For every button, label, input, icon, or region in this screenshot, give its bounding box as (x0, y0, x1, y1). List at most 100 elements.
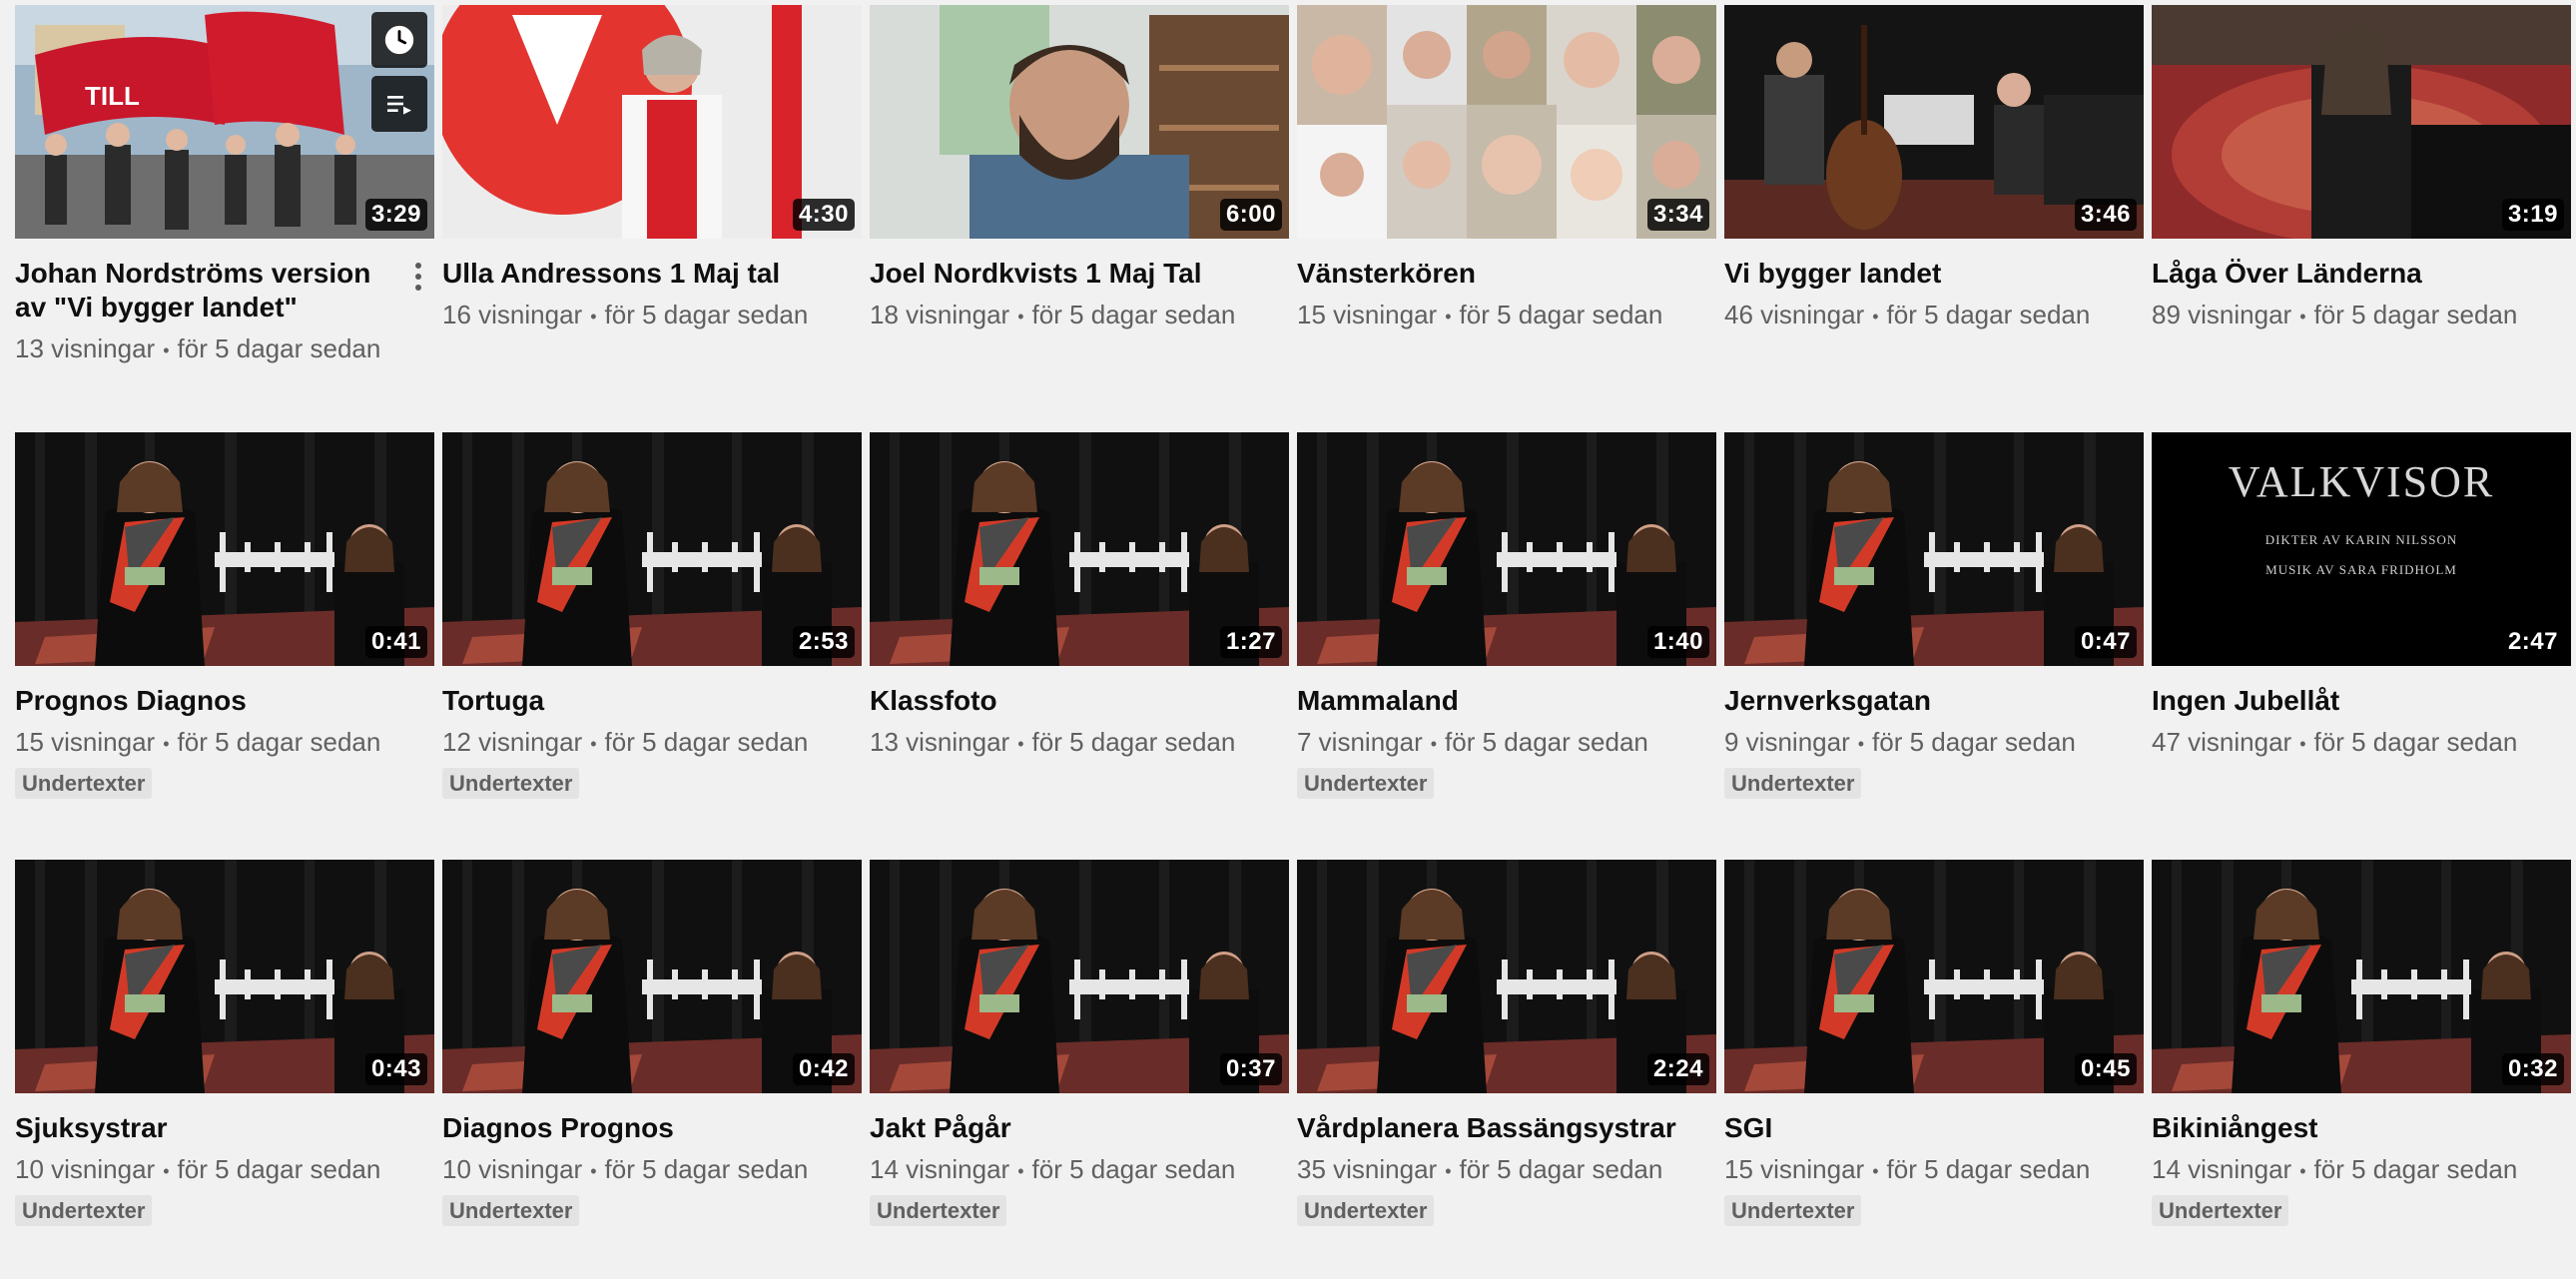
view-count: 12 visningar (442, 727, 583, 757)
subtitles-badge: Undertexter (1724, 768, 1862, 800)
view-count: 15 visningar (1297, 300, 1438, 329)
video-title[interactable]: Låga Över Länderna (2152, 257, 2531, 291)
video-thumbnail[interactable]: 3:19 (2152, 5, 2571, 239)
video-title[interactable]: Vänsterkören (1297, 257, 1676, 291)
upload-age: för 5 dagar sedan (1031, 300, 1236, 329)
upload-age: för 5 dagar sedan (177, 333, 381, 363)
video-title[interactable]: Prognos Diagnos (15, 684, 394, 718)
video-title[interactable]: Tortuga (442, 684, 822, 718)
video-metadata: 35 visningar • för 5 dagar sedan (1297, 1153, 1716, 1187)
video-metadata: 9 visningar • för 5 dagar sedan (1724, 726, 2144, 760)
more-vert-icon[interactable] (406, 257, 430, 297)
duration-badge: 0:45 (2074, 1053, 2137, 1085)
video-thumbnail[interactable]: 0:37 (870, 860, 1289, 1093)
video-thumbnail[interactable]: 2:24 (1297, 860, 1716, 1093)
queue-list-icon[interactable] (371, 76, 427, 132)
video-card[interactable]: 1:40 Mammaland 7 visningar • för 5 dagar sed… (1297, 432, 1716, 852)
video-card[interactable]: 0:32 Bikiniångest 14 visningar • för 5 dagar… (2152, 860, 2571, 1279)
video-card[interactable]: 0:45 SGI 15 visningar • för 5 dagar sedan Und… (1724, 860, 2144, 1279)
video-thumbnail[interactable]: 0:43 (15, 860, 434, 1093)
video-thumbnail[interactable]: 0:47 (1724, 432, 2144, 666)
clock-icon[interactable] (371, 12, 427, 68)
video-card[interactable]: 0:37 Jakt Pågår 14 visningar • för 5 dagar s… (870, 860, 1289, 1279)
video-title[interactable]: Sjuksystrar (15, 1111, 394, 1145)
separator-dot: • (1430, 734, 1438, 755)
video-card[interactable]: 0:47 Jernverksgatan 9 visningar • för 5 daga… (1724, 432, 2144, 852)
video-title[interactable]: Klassfoto (870, 684, 1249, 718)
video-metadata: 47 visningar • för 5 dagar sedan (2152, 726, 2571, 760)
duration-badge: 3:19 (2501, 199, 2564, 231)
video-card[interactable]: 2:24 Vårdplanera Bassängsystrar 35 visning… (1297, 860, 1716, 1279)
video-thumbnail[interactable]: 6:00 (870, 5, 1289, 239)
view-count: 14 visningar (2152, 1154, 2292, 1184)
video-metadata: 12 visningar • för 5 dagar sedan (442, 726, 862, 760)
view-count: 15 visningar (1724, 1154, 1865, 1184)
video-metadata: 15 visningar • för 5 dagar sedan (15, 726, 434, 760)
video-card[interactable]: TILL 3:29 Johan Nordströms version av "Vi… (15, 5, 434, 424)
video-card[interactable]: 3:46 Vi bygger landet 46 visningar • för 5 d… (1724, 5, 2144, 424)
video-thumbnail[interactable]: 3:46 (1724, 5, 2144, 239)
upload-age: för 5 dagar sedan (2313, 300, 2518, 329)
separator-dot: • (1445, 1161, 1452, 1182)
video-card[interactable]: 2:53 Tortuga 12 visningar • för 5 dagar seda… (442, 432, 862, 852)
video-title[interactable]: Ulla Andressons 1 Maj tal (442, 257, 822, 291)
title-card-heading: VALKVISOR (2228, 457, 2495, 506)
video-title[interactable]: Mammaland (1297, 684, 1676, 718)
video-thumbnail[interactable]: 4:30 (442, 5, 862, 239)
duration-badge: 0:41 (364, 626, 427, 658)
video-title[interactable]: Vi bygger landet (1724, 257, 2104, 291)
video-title[interactable]: Ingen Jubellåt (2152, 684, 2531, 718)
separator-dot: • (1017, 734, 1024, 755)
video-card[interactable]: VALKVISOR DIKTER AV KARIN NILSSON MUSIK AV… (2152, 432, 2571, 852)
upload-age: för 5 dagar sedan (604, 300, 809, 329)
duration-badge: 1:27 (1219, 626, 1282, 658)
upload-age: för 5 dagar sedan (1886, 300, 2091, 329)
video-title[interactable]: Vårdplanera Bassängsystrar (1297, 1111, 1676, 1145)
duration-badge: 4:30 (792, 199, 855, 231)
video-thumbnail[interactable]: TILL 3:29 (15, 5, 434, 239)
video-card[interactable]: 3:34 Vänsterkören 15 visningar • för 5 dagar… (1297, 5, 1716, 424)
video-title[interactable]: Diagnos Prognos (442, 1111, 822, 1145)
video-thumbnail[interactable]: 0:45 (1724, 860, 2144, 1093)
video-card[interactable]: 0:41 Prognos Diagnos 15 visningar • för 5 da… (15, 432, 434, 852)
video-card[interactable]: 3:19 Låga Över Länderna 89 visningar • för 5… (2152, 5, 2571, 424)
video-card[interactable]: 1:27 Klassfoto 13 visningar • för 5 dagar se… (870, 432, 1289, 852)
video-metadata: 18 visningar • för 5 dagar sedan (870, 299, 1289, 332)
upload-age: för 5 dagar sedan (1886, 1154, 2091, 1184)
video-grid: TILL 3:29 Johan Nordströms version av "Vi… (15, 5, 2571, 1279)
video-metadata: 13 visningar • för 5 dagar sedan (870, 726, 1289, 760)
video-title[interactable]: Jernverksgatan (1724, 684, 2104, 718)
duration-badge: 3:34 (1646, 199, 1709, 231)
subtitles-badge: Undertexter (15, 1195, 153, 1227)
video-thumbnail[interactable]: 0:42 (442, 860, 862, 1093)
menu-dot (415, 263, 421, 269)
video-thumbnail[interactable]: 0:41 (15, 432, 434, 666)
video-thumbnail[interactable]: 1:40 (1297, 432, 1716, 666)
video-thumbnail[interactable]: 0:32 (2152, 860, 2571, 1093)
video-thumbnail[interactable]: 2:53 (442, 432, 862, 666)
video-metadata: 14 visningar • för 5 dagar sedan (870, 1153, 1289, 1187)
subtitles-badge: Undertexter (1297, 768, 1435, 800)
upload-age: för 5 dagar sedan (1031, 1154, 1236, 1184)
subtitles-badge: Undertexter (870, 1195, 1007, 1227)
video-title[interactable]: SGI (1724, 1111, 2104, 1145)
video-title[interactable]: Johan Nordströms version av "Vi bygger l… (15, 257, 394, 324)
video-title[interactable]: Bikiniångest (2152, 1111, 2531, 1145)
view-count: 16 visningar (442, 300, 583, 329)
view-count: 15 visningar (15, 727, 156, 757)
video-card[interactable]: 0:42 Diagnos Prognos 10 visningar • för 5 da… (442, 860, 862, 1279)
video-thumbnail[interactable]: VALKVISOR DIKTER AV KARIN NILSSON MUSIK AV… (2152, 432, 2571, 666)
duration-badge: 2:47 (2501, 626, 2564, 658)
video-thumbnail[interactable]: 1:27 (870, 432, 1289, 666)
duration-badge: 3:29 (364, 199, 427, 231)
video-title[interactable]: Joel Nordkvists 1 Maj Tal (870, 257, 1249, 291)
separator-dot: • (163, 1161, 170, 1182)
video-thumbnail[interactable]: 3:34 (1297, 5, 1716, 239)
video-card[interactable]: 6:00 Joel Nordkvists 1 Maj Tal 18 visninga… (870, 5, 1289, 424)
video-title[interactable]: Jakt Pågår (870, 1111, 1249, 1145)
separator-dot: • (2299, 307, 2306, 327)
subtitles-badge: Undertexter (442, 768, 580, 800)
separator-dot: • (163, 340, 170, 361)
video-card[interactable]: 4:30 Ulla Andressons 1 Maj tal 16 visninga… (442, 5, 862, 424)
video-card[interactable]: 0:43 Sjuksystrar 10 visningar • för 5 dagar … (15, 860, 434, 1279)
